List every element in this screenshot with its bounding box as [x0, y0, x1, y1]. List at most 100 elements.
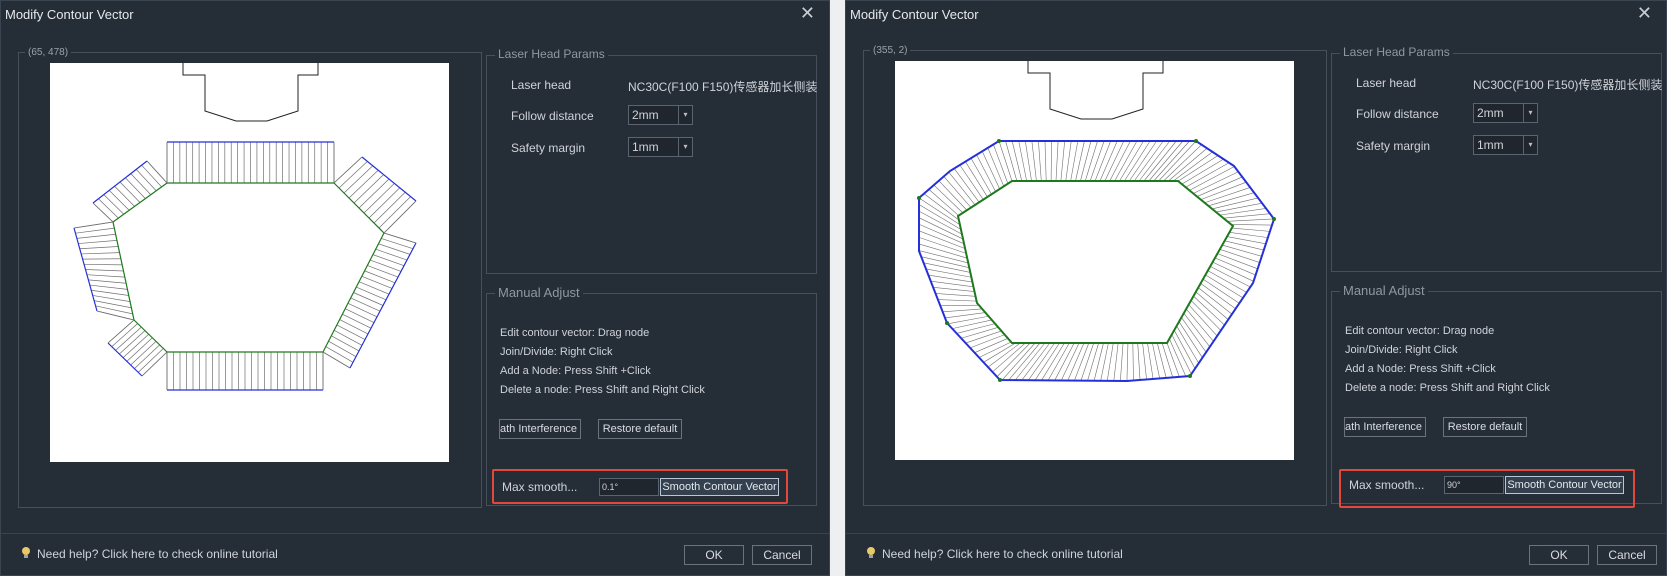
inner-contour-segment — [333, 182, 385, 234]
hatch-line — [1188, 304, 1218, 337]
hatch-line — [78, 240, 117, 244]
hatch-line — [1181, 317, 1207, 353]
hatch-line — [918, 217, 964, 240]
smooth-contour-vector-button[interactable]: Smooth Contour Vector — [660, 478, 779, 496]
instruction-join-divide: Join/Divide: Right Click — [1345, 344, 1458, 356]
hatch-line — [1158, 140, 1197, 182]
hatch-line — [993, 144, 1009, 184]
help-text[interactable]: Need help? Click here to check online tu… — [882, 547, 1123, 561]
hatch-line — [942, 308, 983, 313]
hatch-line — [1219, 249, 1260, 263]
hatch-line — [1185, 162, 1230, 188]
hatch-line — [339, 319, 369, 335]
hatch-line — [91, 289, 129, 296]
hatch-line — [373, 191, 406, 224]
contour-vector-drawing[interactable] — [50, 63, 449, 462]
safety-margin-value: 1mm — [632, 140, 659, 154]
hatch-line — [134, 344, 160, 369]
hatch-line — [1205, 274, 1244, 299]
hatch-line — [970, 334, 1005, 349]
close-icon[interactable]: ✕ — [1637, 4, 1652, 22]
hatch-line — [1212, 197, 1259, 210]
follow-distance-label: Follow distance — [1356, 107, 1439, 121]
max-smooth-input[interactable]: 0.1° — [599, 478, 659, 496]
hatch-line — [1196, 176, 1243, 197]
instruction-delete-node: Delete a node: Press Shift and Right Cli… — [1345, 382, 1550, 394]
contour-node — [1272, 217, 1276, 221]
follow-distance-select[interactable]: 2mm ▾ — [628, 105, 693, 125]
hatch-line — [943, 176, 972, 208]
hatch-line — [1085, 140, 1098, 182]
hatch-line — [965, 161, 988, 198]
hatch-line — [1031, 140, 1037, 182]
contour-canvas[interactable] — [50, 63, 449, 462]
hatch-line — [88, 279, 127, 284]
chevron-down-icon[interactable]: ▾ — [678, 106, 692, 124]
hatch-line — [1060, 140, 1065, 182]
help-link[interactable]: Need help? Click here to check online tu… — [21, 547, 278, 561]
hatch-line — [1109, 140, 1131, 182]
safety-margin-select[interactable]: 1mm ▾ — [628, 137, 693, 157]
contour-vector-drawing[interactable] — [895, 61, 1294, 460]
hatch-line — [358, 281, 390, 295]
hatch-line — [381, 238, 414, 250]
path-interference-button[interactable]: ath Interference — [499, 419, 581, 439]
hatch-line — [122, 333, 149, 358]
band-edge — [73, 221, 114, 229]
cancel-button[interactable]: Cancel — [1597, 545, 1657, 565]
follow-distance-select[interactable]: 2mm ▾ — [1473, 103, 1538, 123]
contour-node — [1194, 139, 1198, 143]
contour-node — [917, 196, 921, 200]
max-smooth-input[interactable]: 90° — [1444, 476, 1504, 494]
hatch-line — [923, 193, 960, 221]
cancel-button[interactable]: Cancel — [752, 545, 812, 565]
hatch-line — [959, 164, 984, 200]
hatch-line — [937, 299, 977, 302]
hatch-line — [1183, 312, 1211, 347]
dialog-title: Modify Contour Vector — [850, 7, 979, 22]
hatch-line — [111, 323, 138, 347]
hatch-line — [961, 327, 999, 339]
hatch-line — [1229, 232, 1268, 238]
path-interference-button[interactable]: ath Interference — [1344, 417, 1426, 437]
restore-default-button[interactable]: Restore default — [1443, 417, 1527, 437]
contour-node — [1188, 374, 1192, 378]
instruction-drag-node: Edit contour vector: Drag node — [500, 327, 650, 339]
hatch-line — [79, 246, 119, 250]
hatch-line — [363, 183, 395, 214]
hatch-line — [1148, 140, 1184, 182]
hatch-line — [81, 252, 120, 255]
safety-margin-select[interactable]: 1mm ▾ — [1473, 135, 1538, 155]
ok-button[interactable]: OK — [684, 545, 744, 565]
hatch-line — [75, 227, 115, 234]
hatch-line — [1138, 140, 1171, 182]
manual-adjust-legend: Manual Adjust — [495, 285, 583, 300]
laser-head-outline — [182, 63, 319, 122]
close-icon[interactable]: ✕ — [800, 4, 815, 22]
hatch-line — [1028, 342, 1055, 381]
hatch-line — [336, 324, 366, 340]
hatch-line — [952, 319, 992, 329]
chevron-down-icon[interactable]: ▾ — [678, 138, 692, 156]
hatch-line — [333, 330, 363, 346]
laser-head-outline — [1027, 61, 1164, 120]
chevron-down-icon[interactable]: ▾ — [1523, 136, 1537, 154]
hatch-line — [367, 265, 399, 278]
hatch-line — [130, 173, 152, 195]
restore-default-button[interactable]: Restore default — [598, 419, 682, 439]
cursor-coordinates: (355, 2) — [870, 45, 911, 56]
hatch-line — [119, 181, 141, 203]
hatch-line — [84, 263, 123, 266]
chevron-down-icon[interactable]: ▾ — [1523, 104, 1537, 122]
hatch-line — [965, 330, 1002, 344]
hatch-line — [1215, 202, 1263, 213]
title-bar: Modify Contour Vector ✕ — [1, 1, 829, 27]
smooth-contour-vector-button[interactable]: Smooth Contour Vector — [1505, 476, 1624, 494]
safety-margin-label: Safety margin — [511, 141, 586, 155]
hatch-line — [1137, 342, 1141, 380]
help-link[interactable]: Need help? Click here to check online tu… — [866, 547, 1123, 561]
help-text[interactable]: Need help? Click here to check online tu… — [37, 547, 278, 561]
ok-button[interactable]: OK — [1529, 545, 1589, 565]
contour-canvas[interactable] — [895, 61, 1294, 460]
hatch-line — [930, 280, 974, 288]
